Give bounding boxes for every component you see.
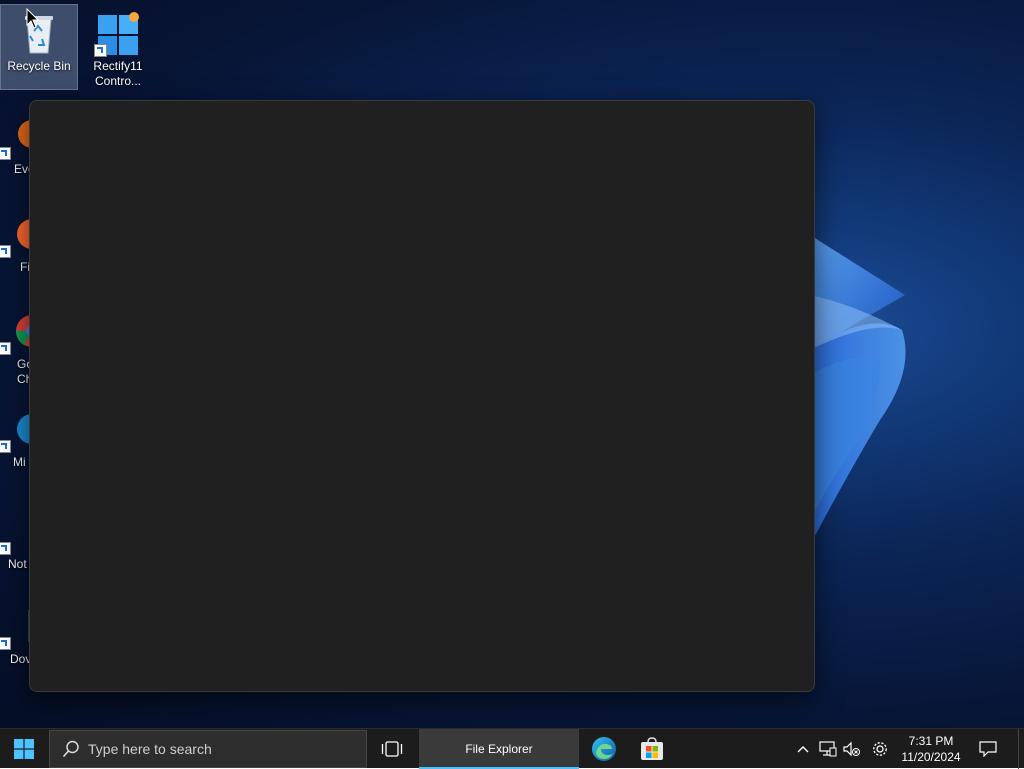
volume-button[interactable] (840, 729, 864, 769)
show-desktop-button[interactable] (1018, 729, 1024, 769)
mouse-cursor-icon (26, 8, 40, 29)
chrome-icon (0, 307, 48, 355)
desktop-icon-label: Recycle Bin (7, 59, 71, 73)
microsoft-store-icon (641, 737, 663, 760)
rectify11-icon (94, 9, 142, 57)
taskbar: Type here to search File Explorer 7:31 P… (0, 728, 1024, 769)
search-icon (62, 740, 79, 758)
chevron-up-icon (797, 746, 809, 753)
file-explorer-window[interactable] (29, 100, 815, 692)
windows-logo-icon (14, 739, 34, 759)
firefox-icon (0, 210, 47, 258)
shortcut-arrow-icon (0, 147, 11, 160)
downloads-icon (0, 602, 42, 650)
clock-time: 7:31 PM (908, 734, 954, 748)
everything-icon (0, 112, 46, 160)
shortcut-arrow-icon (0, 440, 11, 453)
volume-muted-icon (843, 741, 860, 757)
network-icon (819, 741, 837, 757)
task-view-button[interactable] (368, 729, 416, 769)
search-placeholder: Type here to search (88, 741, 212, 757)
notification-center-button[interactable] (968, 729, 1008, 769)
edge-icon (592, 737, 616, 761)
taskbar-edge-button[interactable] (580, 729, 628, 769)
shortcut-arrow-icon (94, 44, 107, 57)
desktop-icon-label: Rectify11 Contro... (93, 59, 143, 88)
desktop: Recycle Bin Rectify11 Contro... Eve Fi G… (0, 0, 1024, 728)
task-view-icon (381, 741, 403, 757)
desktop-icon-rectify11-control[interactable]: Rectify11 Contro... (80, 5, 156, 89)
taskbar-search-box[interactable]: Type here to search (49, 730, 367, 768)
notepad-icon (0, 507, 42, 555)
shortcut-arrow-icon (0, 245, 11, 258)
taskbar-store-button[interactable] (628, 729, 676, 769)
start-button[interactable] (0, 729, 48, 769)
notification-icon (979, 741, 997, 757)
settings-tray-button[interactable] (867, 729, 893, 769)
file-explorer-label: File Explorer (465, 742, 533, 756)
shortcut-arrow-icon (0, 542, 11, 555)
network-button[interactable] (816, 729, 840, 769)
gear-icon (873, 742, 887, 756)
edge-icon (0, 405, 47, 453)
show-hidden-icons-button[interactable] (792, 729, 814, 769)
taskbar-clock[interactable]: 7:31 PM 11/20/2024 (896, 729, 966, 769)
taskbar-file-explorer-button[interactable]: File Explorer (419, 729, 579, 769)
shortcut-arrow-icon (0, 637, 11, 650)
shortcut-arrow-icon (0, 342, 11, 355)
clock-date: 11/20/2024 (901, 750, 961, 764)
